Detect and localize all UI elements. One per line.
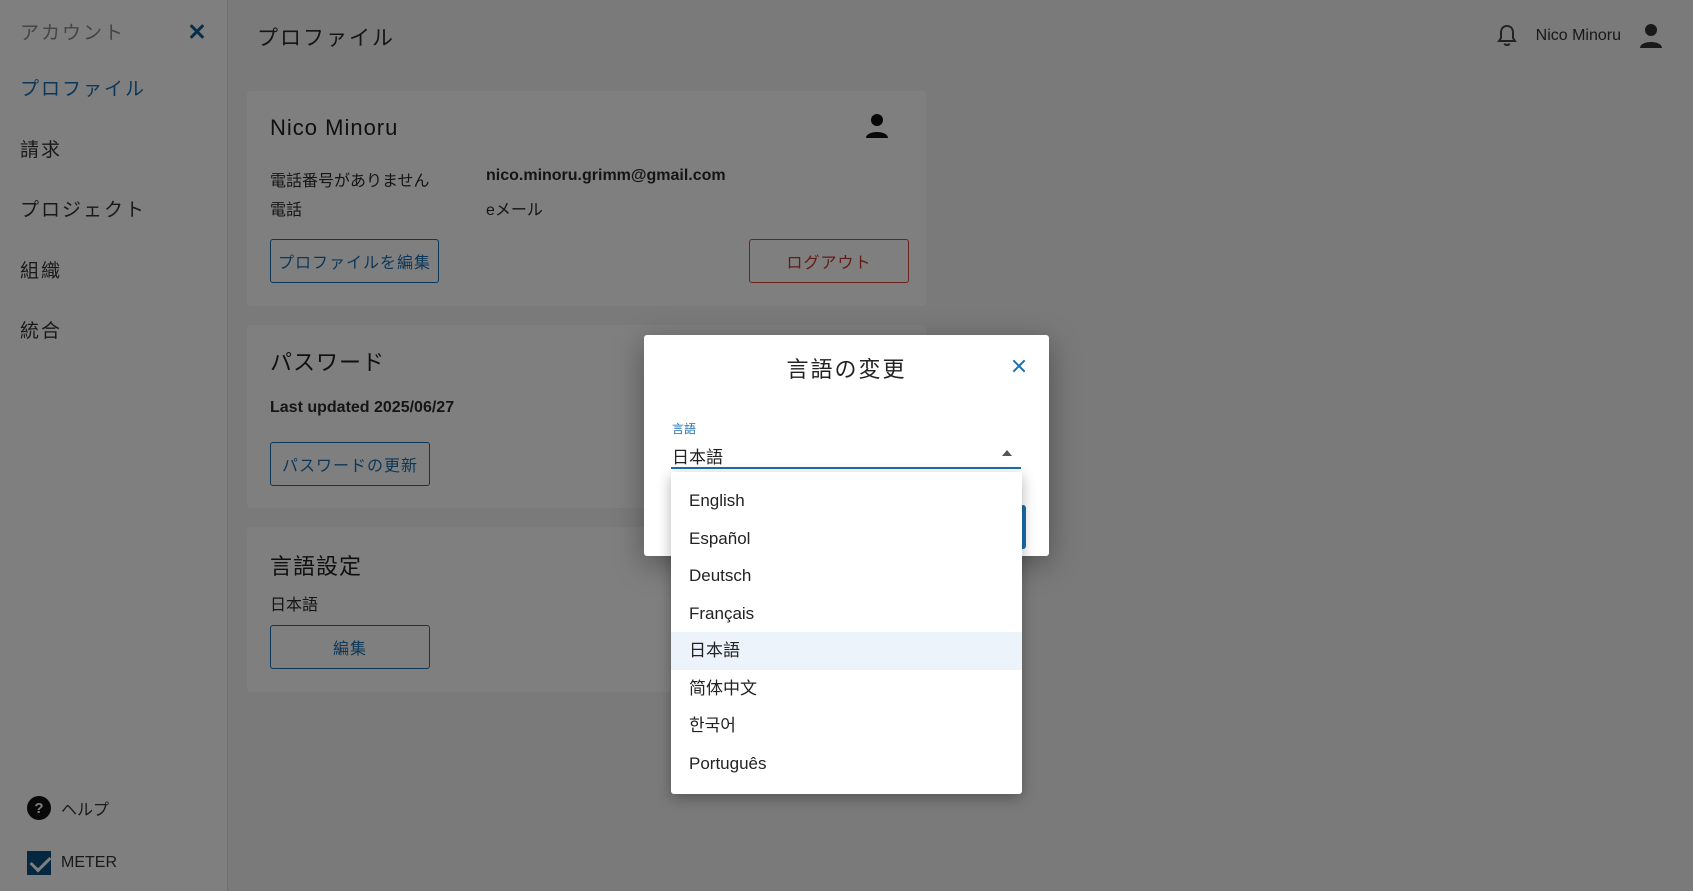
language-option[interactable]: 简体中文	[671, 670, 1022, 708]
language-option[interactable]: English	[671, 482, 1022, 520]
language-field-label: 言語	[672, 422, 697, 436]
language-option[interactable]: Deutsch	[671, 557, 1022, 595]
language-option-selected[interactable]: 日本語	[671, 632, 1022, 670]
dialog-title: 言語の変更	[786, 357, 907, 382]
language-select[interactable]: 日本語	[671, 439, 1021, 469]
language-option[interactable]: 한국어	[671, 707, 1022, 745]
language-select-value: 日本語	[672, 448, 723, 467]
language-option[interactable]: Français	[671, 595, 1022, 633]
dialog-close-icon[interactable]	[1011, 358, 1027, 374]
caret-up-icon	[1002, 450, 1012, 456]
language-option[interactable]: Español	[671, 520, 1022, 558]
language-option[interactable]: Português	[671, 745, 1022, 783]
language-options-menu: English Español Deutsch Français 日本語 简体中…	[671, 472, 1022, 794]
